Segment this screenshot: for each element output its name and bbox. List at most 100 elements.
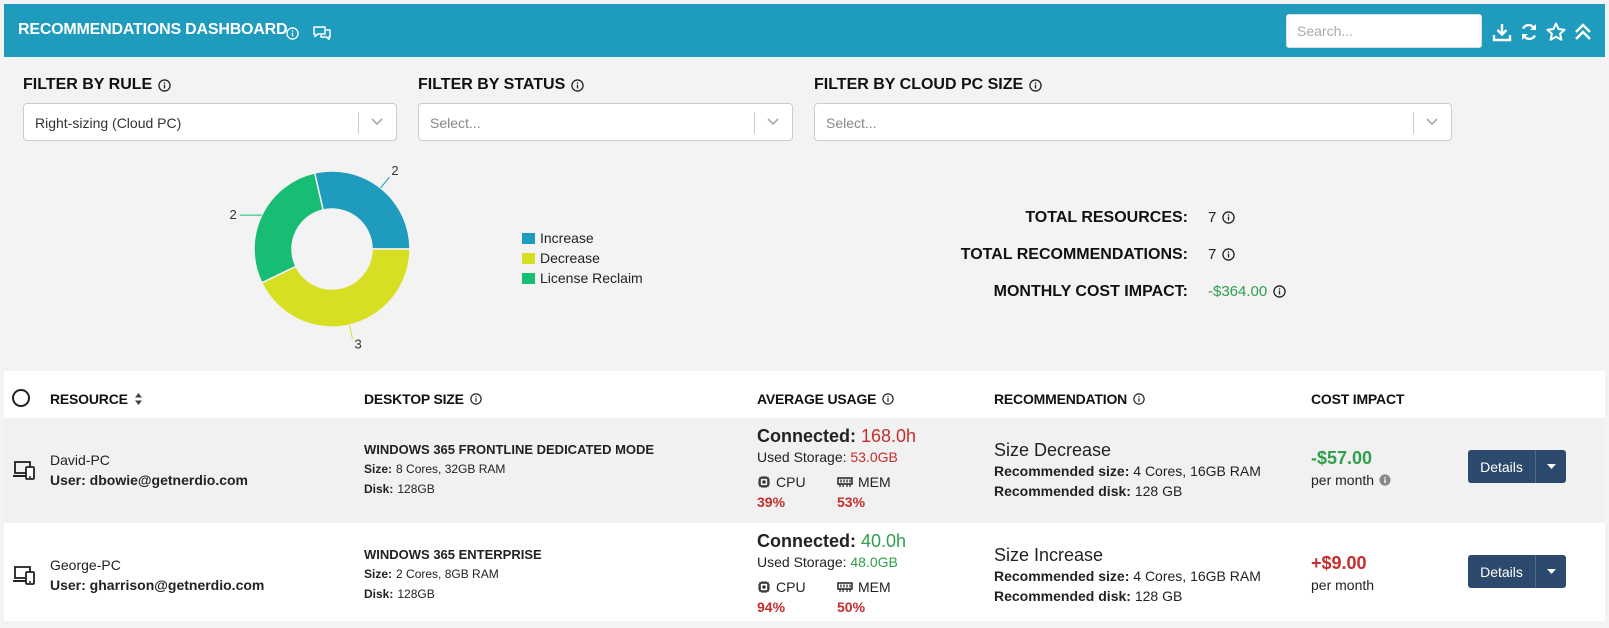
devices-icon (13, 461, 35, 480)
chevron-down-icon[interactable] (766, 117, 780, 127)
donut-data-label: 2 (391, 163, 398, 178)
chevron-down-icon[interactable] (1425, 117, 1439, 127)
donut-data-label: 2 (229, 207, 236, 222)
info-icon[interactable] (1222, 248, 1236, 261)
collapse-icon[interactable] (1573, 22, 1593, 42)
resource-name[interactable]: David-PC (50, 452, 110, 468)
sort-icon[interactable] (134, 392, 143, 406)
total-resources-label: TOTAL RESOURCES: (1025, 209, 1188, 226)
mem-metric: MEM (837, 579, 891, 595)
details-button[interactable]: Details (1468, 555, 1535, 588)
resource-name[interactable]: George-PC (50, 557, 121, 573)
cost-impact-value: -$57.00 (1311, 448, 1373, 468)
mem-percent: 53% (837, 494, 866, 510)
chart-legend: Increase Decrease License Reclaim (522, 228, 643, 288)
star-icon[interactable] (1546, 22, 1566, 42)
info-icon[interactable] (1029, 78, 1042, 92)
filter-status-label: FILTER BY STATUS (418, 76, 584, 94)
desktop-type: WINDOWS 365 ENTERPRISE (364, 547, 542, 562)
comments-icon[interactable] (312, 25, 332, 41)
recommendations-table: RESOURCE DESKTOP SIZE AVERAGE USAGE RECO… (4, 371, 1605, 621)
info-icon[interactable] (1222, 211, 1236, 224)
column-header-recommendation: RECOMMENDATION (994, 391, 1145, 407)
resource-user: User: gharrison@getnerdio.com (50, 577, 265, 593)
select-divider (1413, 112, 1414, 134)
legend-swatch (522, 272, 535, 284)
recommendation-title: Size Decrease (994, 440, 1112, 460)
memory-icon (837, 477, 853, 487)
recommended-size: Recommended size: 4 Cores, 16GB RAM (994, 463, 1261, 479)
mem-metric: MEM (837, 474, 891, 490)
details-button-group: Details (1468, 450, 1566, 483)
info-icon[interactable] (1273, 285, 1286, 298)
recommendation-donut-chart: 2 3 2 (229, 163, 411, 350)
recommended-size: Recommended size: 4 Cores, 16GB RAM (994, 568, 1261, 584)
cpu-percent: 94% (757, 599, 786, 615)
details-dropdown-button[interactable] (1535, 450, 1566, 483)
legend-item[interactable]: License Reclaim (522, 268, 643, 288)
info-filled-icon[interactable] (1379, 474, 1391, 486)
search-input[interactable] (1286, 14, 1482, 48)
donut-data-label: 3 (354, 337, 361, 350)
total-resources: 7 (1208, 209, 1236, 226)
recommended-disk: Recommended disk: 128 GB (994, 483, 1183, 499)
cpu-metric: CPU (757, 474, 806, 490)
column-header-average-usage: AVERAGE USAGE (757, 391, 895, 407)
cost-impact-value: +$9.00 (1311, 553, 1367, 573)
details-dropdown-button[interactable] (1535, 555, 1566, 588)
select-divider (754, 112, 755, 134)
cpu-icon (758, 581, 770, 593)
download-icon[interactable] (1492, 22, 1512, 42)
legend-item[interactable]: Increase (522, 228, 643, 248)
legend-label: Decrease (540, 250, 600, 266)
connected-time: Connected: 40.0h (757, 531, 907, 551)
cpu-icon (758, 476, 770, 488)
legend-label: License Reclaim (540, 270, 643, 286)
memory-icon (837, 582, 853, 592)
total-recommendations-label: TOTAL RECOMMENDATIONS: (960, 246, 1188, 263)
details-button-group: Details (1468, 555, 1566, 588)
info-icon[interactable] (286, 27, 299, 40)
recommended-disk: Recommended disk: 128 GB (994, 588, 1183, 604)
info-icon[interactable] (470, 393, 482, 405)
info-icon[interactable] (882, 393, 895, 405)
table-row[interactable]: David-PC User: dbowie@getnerdio.com WIND… (4, 418, 1605, 523)
legend-label: Increase (540, 230, 594, 246)
info-icon[interactable] (158, 78, 171, 92)
filter-rule-select[interactable]: Right-sizing (Cloud PC) (23, 103, 397, 141)
select-all-radio[interactable] (12, 389, 30, 407)
donut-slice-increase[interactable] (313, 170, 411, 250)
table-row[interactable]: George-PC User: gharrison@getnerdio.com … (4, 523, 1605, 628)
cost-period: per month (1311, 577, 1375, 593)
dashboard-header: RECOMMENDATIONS DASHBOARD (4, 4, 1605, 57)
filter-status-select[interactable]: Select... (418, 103, 793, 141)
caret-down-icon (1546, 463, 1556, 469)
used-storage: Used Storage: 53.0GB (757, 449, 898, 465)
column-header-resource[interactable]: RESOURCE (50, 391, 143, 407)
cpu-metric: CPU (757, 579, 806, 595)
connected-time: Connected: 168.0h (757, 426, 917, 446)
desktop-disk: Disk: 128GB (364, 587, 435, 601)
filter-size-select[interactable]: Select... (814, 103, 1452, 141)
donut-slice-license-reclaim[interactable] (253, 172, 324, 284)
cost-period: per month (1311, 472, 1391, 488)
legend-swatch (522, 232, 535, 244)
resource-user: User: dbowie@getnerdio.com (50, 472, 249, 488)
column-header-cost-impact: COST IMPACT (1311, 391, 1405, 407)
chevron-down-icon[interactable] (370, 117, 384, 127)
info-icon[interactable] (571, 78, 584, 92)
refresh-icon[interactable] (1519, 22, 1539, 42)
monthly-cost-label: MONTHLY COST IMPACT: (993, 283, 1188, 300)
donut-leader-line (348, 324, 353, 339)
used-storage: Used Storage: 48.0GB (757, 554, 898, 570)
total-recommendations: 7 (1208, 246, 1236, 263)
column-header-desktop-size: DESKTOP SIZE (364, 391, 482, 407)
info-icon[interactable] (1133, 393, 1145, 405)
desktop-type: WINDOWS 365 FRONTLINE DEDICATED MODE (364, 442, 655, 457)
legend-swatch (522, 252, 535, 264)
mem-percent: 50% (837, 599, 866, 615)
desktop-disk: Disk: 128GB (364, 482, 435, 496)
caret-down-icon (1546, 568, 1556, 574)
details-button[interactable]: Details (1468, 450, 1535, 483)
legend-item[interactable]: Decrease (522, 248, 643, 268)
